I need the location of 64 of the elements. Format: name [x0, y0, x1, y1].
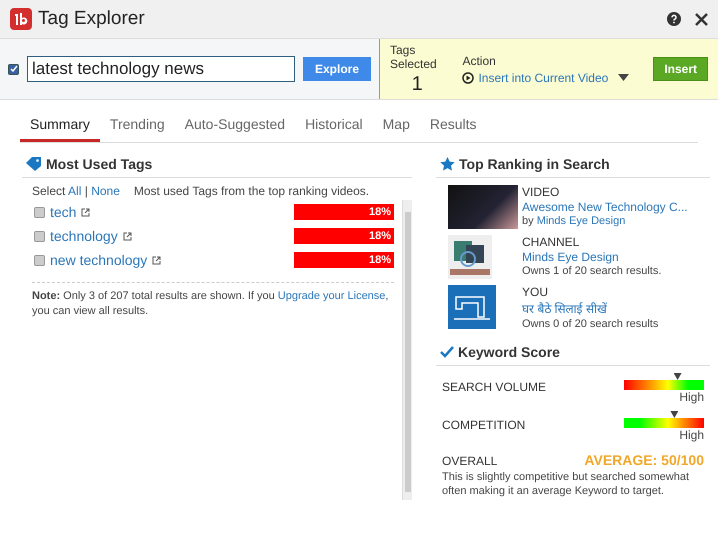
window-title: Tag Explorer	[38, 8, 146, 30]
external-link-icon[interactable]	[152, 256, 162, 264]
tag-link[interactable]: tech	[50, 204, 76, 220]
checkbox[interactable]	[8, 64, 19, 74]
meter-reading: High	[679, 428, 704, 442]
result-title-link[interactable]: Awesome New Technology C...	[522, 200, 688, 214]
tag-link[interactable]: new technology	[50, 252, 148, 268]
explore-button[interactable]: Explore	[302, 57, 371, 81]
search-field[interactable]: latest technology news	[27, 56, 295, 82]
tab[interactable]: Summary	[20, 112, 100, 142]
tags-selected-label: Tags Selected	[390, 42, 438, 70]
metric-label: SEARCH VOLUME	[442, 379, 546, 396]
result-detail: Owns 1 of 20 search results.	[522, 265, 662, 277]
tags-selected-count: 1	[412, 72, 423, 96]
note-text: Note: Only 3 of 207 total results are shown. If you Upgrade your License, you can view all results.	[32, 282, 394, 319]
tab[interactable]: Results	[420, 112, 487, 142]
percent-bar: 18%	[294, 252, 394, 268]
checkbox[interactable]	[34, 206, 45, 218]
byline: by Minds Eye Design	[522, 215, 626, 227]
tab[interactable]: Map	[372, 112, 420, 142]
select-all-link[interactable]: All	[68, 184, 82, 198]
checkbox[interactable]	[34, 230, 45, 242]
play-icon	[462, 72, 474, 84]
author-link[interactable]: Minds Eye Design	[536, 215, 626, 227]
upgrade-link[interactable]: Upgrade your License	[278, 290, 386, 302]
section-title: Top Ranking in Search	[459, 156, 610, 172]
percent-bar: 18%	[294, 204, 394, 220]
overall-label: OVERALL	[442, 453, 498, 468]
star-icon	[440, 157, 455, 171]
channel-logo-placeholder[interactable]	[448, 235, 492, 279]
tab[interactable]: Trending	[100, 112, 175, 142]
percent-bar: 18%	[294, 228, 394, 244]
external-link-icon[interactable]	[81, 208, 90, 216]
select-label: Select All | None	[32, 184, 120, 198]
tab[interactable]: Auto-Suggested	[174, 112, 296, 142]
section-title: Most Used Tags	[46, 156, 152, 172]
close-icon[interactable]	[695, 12, 708, 26]
result-type: CHANNEL	[522, 235, 580, 249]
caret-icon[interactable]	[618, 74, 630, 81]
metric-label: COMPETITION	[442, 417, 526, 434]
select-none-link[interactable]: None	[91, 184, 120, 198]
help-icon[interactable]	[667, 12, 681, 26]
checkmark-icon	[440, 346, 454, 358]
meter-reading: High	[679, 390, 704, 404]
tab[interactable]: Historical	[295, 112, 373, 142]
overall-score: AVERAGE: 50/100	[584, 452, 704, 468]
sewing-machine-icon[interactable]	[448, 285, 496, 329]
tag-link[interactable]: technology	[50, 228, 118, 244]
action-label: Action	[462, 54, 497, 68]
external-link-icon[interactable]	[122, 232, 132, 240]
result-title-link[interactable]: घर बैठे सिलाई सीखें	[522, 300, 658, 317]
checkbox[interactable]	[34, 254, 45, 266]
score-summary: This is slightly competitive but searched somewhat often making it an average Keyword to target.	[441, 470, 690, 498]
video-thumbnail-placeholder[interactable]	[448, 185, 518, 229]
result-type: VIDEO	[522, 185, 560, 199]
result-type: YOU	[522, 285, 550, 299]
insert-button[interactable]: Insert	[653, 57, 708, 81]
result-title-link[interactable]: Minds Eye Design	[522, 250, 662, 264]
description-text: Most used Tags from the top ranking videos.	[134, 184, 370, 198]
action-dropdown[interactable]: Insert into Current Video	[478, 70, 608, 84]
tag-icon	[26, 157, 42, 171]
result-detail: Owns 0 of 20 search results	[522, 318, 658, 330]
section-title: Keyword Score	[458, 344, 560, 360]
app-logo-icon	[10, 8, 32, 30]
